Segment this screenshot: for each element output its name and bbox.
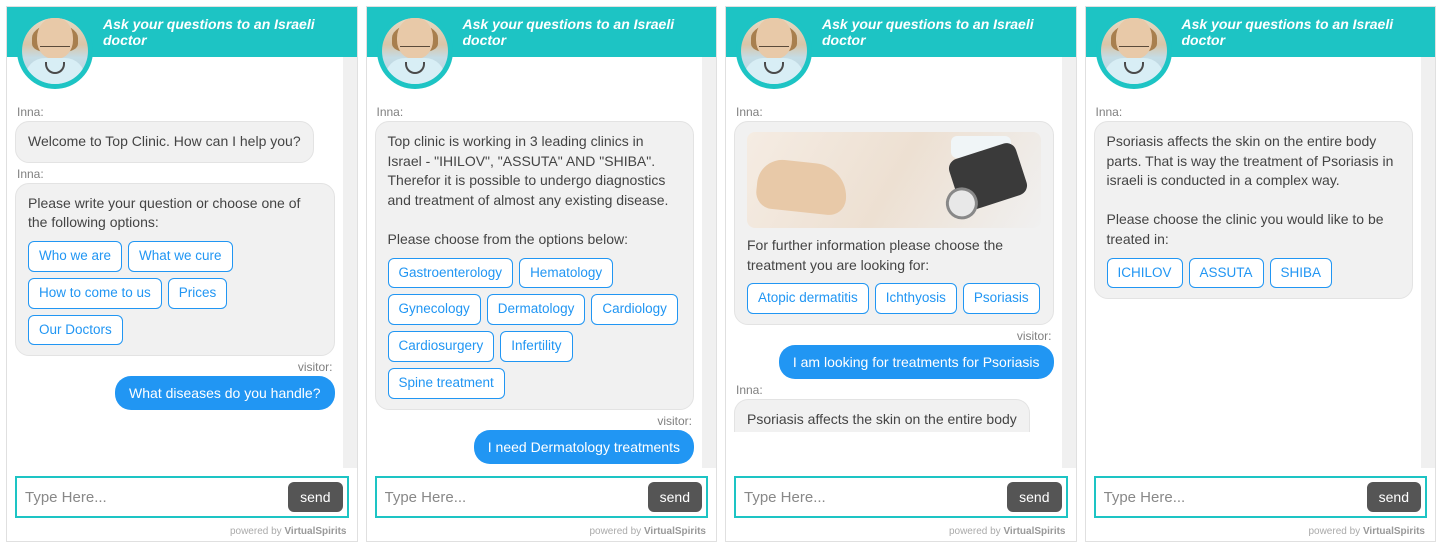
quick-reply-chip[interactable]: Cardiology <box>591 294 678 325</box>
bot-message: Top clinic is working in 3 leading clini… <box>375 121 695 410</box>
footer-powered: powered by <box>589 526 641 537</box>
quick-reply-chip[interactable]: Atopic dermatitis <box>747 283 869 314</box>
quick-reply-row: Atopic dermatitis Ichthyosis Psoriasis <box>747 283 1041 314</box>
sender-label-bot: Inna: <box>736 383 1052 397</box>
chat-header: Ask your questions to an Israeli doctor <box>1086 7 1436 57</box>
input-row: send <box>1094 476 1428 518</box>
chat-widget-4: Ask your questions to an Israeli doctor … <box>1085 6 1437 542</box>
sender-label-bot: Inna: <box>377 105 693 119</box>
bot-message-cut: Psoriasis affects the skin on the entire… <box>734 399 1030 432</box>
quick-reply-row: Who we are What we cure How to come to u… <box>28 241 322 346</box>
bot-message: Psoriasis affects the skin on the entire… <box>1094 121 1414 299</box>
chat-header: Ask your questions to an Israeli doctor <box>7 7 357 57</box>
quick-reply-row: Gastroenterology Hematology Gynecology D… <box>388 258 682 400</box>
scrollbar-thumb[interactable] <box>1064 135 1074 191</box>
footer-brand: VirtualSpirits <box>644 526 706 537</box>
quick-reply-chip[interactable]: Cardiosurgery <box>388 331 495 362</box>
quick-reply-chip[interactable]: Our Doctors <box>28 315 123 346</box>
header-title: Ask your questions to an Israeli doctor <box>1182 16 1436 48</box>
quick-reply-chip[interactable]: Dermatology <box>487 294 586 325</box>
input-row: send <box>734 476 1068 518</box>
quick-reply-chip[interactable]: Ichthyosis <box>875 283 957 314</box>
bot-message: Please write your question or choose one… <box>15 183 335 357</box>
user-message: I need Dermatology treatments <box>474 430 694 464</box>
dermatology-image <box>747 132 1041 228</box>
bot-message: For further information please choose th… <box>734 121 1054 325</box>
header-title: Ask your questions to an Israeli doctor <box>463 16 717 48</box>
quick-reply-chip[interactable]: Infertility <box>500 331 572 362</box>
chat-widget-3: Ask your questions to an Israeli doctor … <box>725 6 1077 542</box>
scrollbar-thumb[interactable] <box>704 167 714 229</box>
chat-scroll-area[interactable]: Inna: Welcome to Top Clinic. How can I h… <box>7 57 357 468</box>
quick-reply-chip[interactable]: Prices <box>168 278 228 309</box>
sender-label-bot: Inna: <box>17 167 333 181</box>
quick-reply-chip[interactable]: Gynecology <box>388 294 481 325</box>
chat-scroll-area[interactable]: Inna: Psoriasis affects the skin on the … <box>1086 57 1436 468</box>
chat-header: Ask your questions to an Israeli doctor <box>726 7 1076 57</box>
chat-scroll-area[interactable]: Inna: Top clinic is working in 3 leading… <box>367 57 717 468</box>
bot-message-text: For further information please choose th… <box>747 237 1003 273</box>
input-row: send <box>375 476 709 518</box>
scrollbar-thumb[interactable] <box>345 101 355 151</box>
quick-reply-chip[interactable]: Hematology <box>519 258 613 289</box>
user-message: I am looking for treatments for Psoriasi… <box>779 345 1054 379</box>
sender-label-visitor: visitor: <box>736 329 1052 343</box>
chat-widget-2: Ask your questions to an Israeli doctor … <box>366 6 718 542</box>
message-input[interactable] <box>1104 489 1367 506</box>
footer-powered: powered by <box>1308 526 1360 537</box>
quick-reply-chip[interactable]: SHIBA <box>1270 258 1333 289</box>
chat-header: Ask your questions to an Israeli doctor <box>367 7 717 57</box>
bot-message: Welcome to Top Clinic. How can I help yo… <box>15 121 314 163</box>
send-button[interactable]: send <box>648 482 702 512</box>
message-input[interactable] <box>25 489 288 506</box>
header-title: Ask your questions to an Israeli doctor <box>822 16 1076 48</box>
sender-label-visitor: visitor: <box>17 360 333 374</box>
bot-message-text: Top clinic is working in 3 leading clini… <box>388 133 669 208</box>
user-message: What diseases do you handle? <box>115 376 334 410</box>
footer-brand: VirtualSpirits <box>1363 526 1425 537</box>
header-title: Ask your questions to an Israeli doctor <box>103 16 357 48</box>
message-input[interactable] <box>385 489 648 506</box>
bot-message-text: Psoriasis affects the skin on the entire… <box>1107 133 1394 188</box>
chat-scroll-area[interactable]: Inna: For further information please cho… <box>726 57 1076 468</box>
footer-brand: VirtualSpirits <box>1003 526 1065 537</box>
footer-powered: powered by <box>230 526 282 537</box>
quick-reply-chip[interactable]: Who we are <box>28 241 122 272</box>
quick-reply-chip[interactable]: ASSUTA <box>1189 258 1264 289</box>
send-button[interactable]: send <box>1007 482 1061 512</box>
quick-reply-chip[interactable]: Gastroenterology <box>388 258 514 289</box>
sender-label-bot: Inna: <box>1096 105 1412 119</box>
bot-message-text: Please write your question or choose one… <box>28 195 300 231</box>
bot-message-prompt: Please choose from the options below: <box>388 231 628 247</box>
quick-reply-chip[interactable]: What we cure <box>128 241 233 272</box>
quick-reply-row: ICHILOV ASSUTA SHIBA <box>1107 258 1401 289</box>
chat-widget-1: Ask your questions to an Israeli doctor … <box>6 6 358 542</box>
quick-reply-chip[interactable]: Spine treatment <box>388 368 505 399</box>
send-button[interactable]: send <box>1367 482 1421 512</box>
sender-label-visitor: visitor: <box>377 414 693 428</box>
bot-message-prompt: Please choose the clinic you would like … <box>1107 211 1384 247</box>
message-input[interactable] <box>744 489 1007 506</box>
quick-reply-chip[interactable]: How to come to us <box>28 278 162 309</box>
quick-reply-chip[interactable]: Psoriasis <box>963 283 1040 314</box>
input-row: send <box>15 476 349 518</box>
sender-label-bot: Inna: <box>736 105 1052 119</box>
quick-reply-chip[interactable]: ICHILOV <box>1107 258 1183 289</box>
footer-brand: VirtualSpirits <box>284 526 346 537</box>
sender-label-bot: Inna: <box>17 105 333 119</box>
footer-powered: powered by <box>949 526 1001 537</box>
send-button[interactable]: send <box>288 482 342 512</box>
